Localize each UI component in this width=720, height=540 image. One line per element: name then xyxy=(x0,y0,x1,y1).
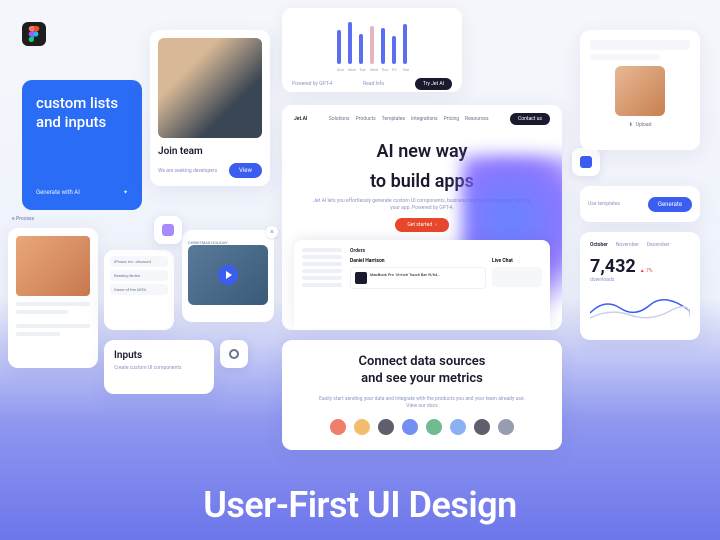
bar-chart-card: SunMonTueWedThuFriSat Powered by GPT-4 R… xyxy=(282,8,462,92)
upload-card: ⬆Upload xyxy=(580,30,700,150)
video-card: × CHRISTMAS HOLIDAY xyxy=(182,230,274,322)
metric-pct: ▲ 7% xyxy=(640,268,653,274)
view-button[interactable]: View xyxy=(229,163,262,178)
join-team-subtitle: We are seeking developers xyxy=(158,168,217,174)
templates-card: Use templates Generate xyxy=(580,186,700,222)
metric-value: 7,432 xyxy=(590,256,636,277)
inputs-subtitle: Create custom UI components xyxy=(114,365,204,371)
connect-title-1: Connect data sources xyxy=(296,354,548,371)
upload-icon: ⬆ xyxy=(629,122,633,128)
contact-button[interactable]: Contact us xyxy=(510,113,550,125)
logo-icon xyxy=(402,419,418,435)
logo-icon xyxy=(330,419,346,435)
logo-icon xyxy=(426,419,442,435)
connect-subtitle: Easily start sending your data and integ… xyxy=(316,396,528,411)
window-icon-tile[interactable] xyxy=(572,148,600,176)
join-team-title: Join team xyxy=(158,146,262,157)
custom-lists-card: custom lists and inputs Generate with AI… xyxy=(22,80,142,210)
tags-card: iPhone, Inc. discount Reading Notes Game… xyxy=(104,250,174,330)
integration-logos xyxy=(296,419,548,435)
file-icon-tile[interactable] xyxy=(154,216,182,244)
sparkle-icon: ✦ xyxy=(123,189,128,196)
join-team-card: Join team We are seeking developers View xyxy=(150,30,270,186)
custom-lists-title: custom lists and inputs xyxy=(36,94,128,132)
read-info[interactable]: Read Info xyxy=(363,81,384,87)
metric-label: downloads xyxy=(590,277,690,283)
avatar xyxy=(615,66,665,116)
file-icon xyxy=(162,224,174,236)
link-icon-tile[interactable] xyxy=(220,340,248,368)
powered-by: Powered by GPT-4 xyxy=(292,81,332,87)
hero-card: Jet.AI SolutionsProductsTemplatesIntegra… xyxy=(282,105,562,330)
orders-label: Orders xyxy=(350,248,542,254)
product-card[interactable]: MacBook Pro 16-inch Touch Bar i9/64… xyxy=(350,267,486,289)
inputs-title: Inputs xyxy=(114,350,204,361)
bar-chart xyxy=(292,18,452,64)
generate-button[interactable]: Generate xyxy=(648,197,692,212)
upload-button[interactable]: ⬆Upload xyxy=(590,122,690,128)
process-label: e Process xyxy=(12,216,34,222)
logo-icon xyxy=(474,419,490,435)
connect-card: Connect data sources and see your metric… xyxy=(282,340,562,450)
inputs-card: Inputs Create custom UI components xyxy=(104,340,214,394)
window-icon xyxy=(580,156,592,168)
brand-logo[interactable]: Jet.AI xyxy=(294,116,307,122)
month-tab[interactable]: December xyxy=(647,242,670,248)
month-tab[interactable]: October xyxy=(590,242,608,248)
try-jet-ai-button[interactable]: Try Jet AI xyxy=(415,78,452,90)
customer-name: Daniel Harrison xyxy=(350,258,486,264)
connect-title-2: and see your metrics xyxy=(296,371,548,388)
templates-label: Use templates xyxy=(588,201,620,207)
tag-item[interactable]: Reading Notes xyxy=(110,270,168,281)
dashboard-preview: Orders Daniel Harrison MacBook Pro 16-in… xyxy=(294,240,550,330)
line-chart xyxy=(590,293,690,323)
live-chat-label: Live Chat xyxy=(492,258,542,264)
hero-nav: SolutionsProductsTemplatesIntegrationsPr… xyxy=(329,116,489,122)
tag-item[interactable]: iPhone, Inc. discount xyxy=(110,256,168,267)
play-icon[interactable] xyxy=(218,265,238,285)
get-started-button[interactable]: Get started› xyxy=(395,218,448,232)
logo-icon xyxy=(450,419,466,435)
link-icon xyxy=(229,349,239,359)
video-thumbnail[interactable] xyxy=(188,245,268,305)
tag-item[interactable]: Game of the UEFA xyxy=(110,284,168,295)
avatar xyxy=(158,38,262,138)
month-tab[interactable]: November xyxy=(616,242,639,248)
figma-icon xyxy=(22,22,46,46)
generate-ai-label: Generate with AI xyxy=(36,189,80,196)
logo-icon xyxy=(498,419,514,435)
process-image xyxy=(16,236,90,296)
close-icon[interactable]: × xyxy=(266,226,278,238)
logo-icon xyxy=(378,419,394,435)
month-tabs: October November December xyxy=(590,242,690,248)
process-card: e Process xyxy=(8,228,98,368)
metrics-card: October November December 7,432 ▲ 7% dow… xyxy=(580,232,700,340)
logo-icon xyxy=(354,419,370,435)
page-headline: User-First UI Design xyxy=(0,484,720,526)
